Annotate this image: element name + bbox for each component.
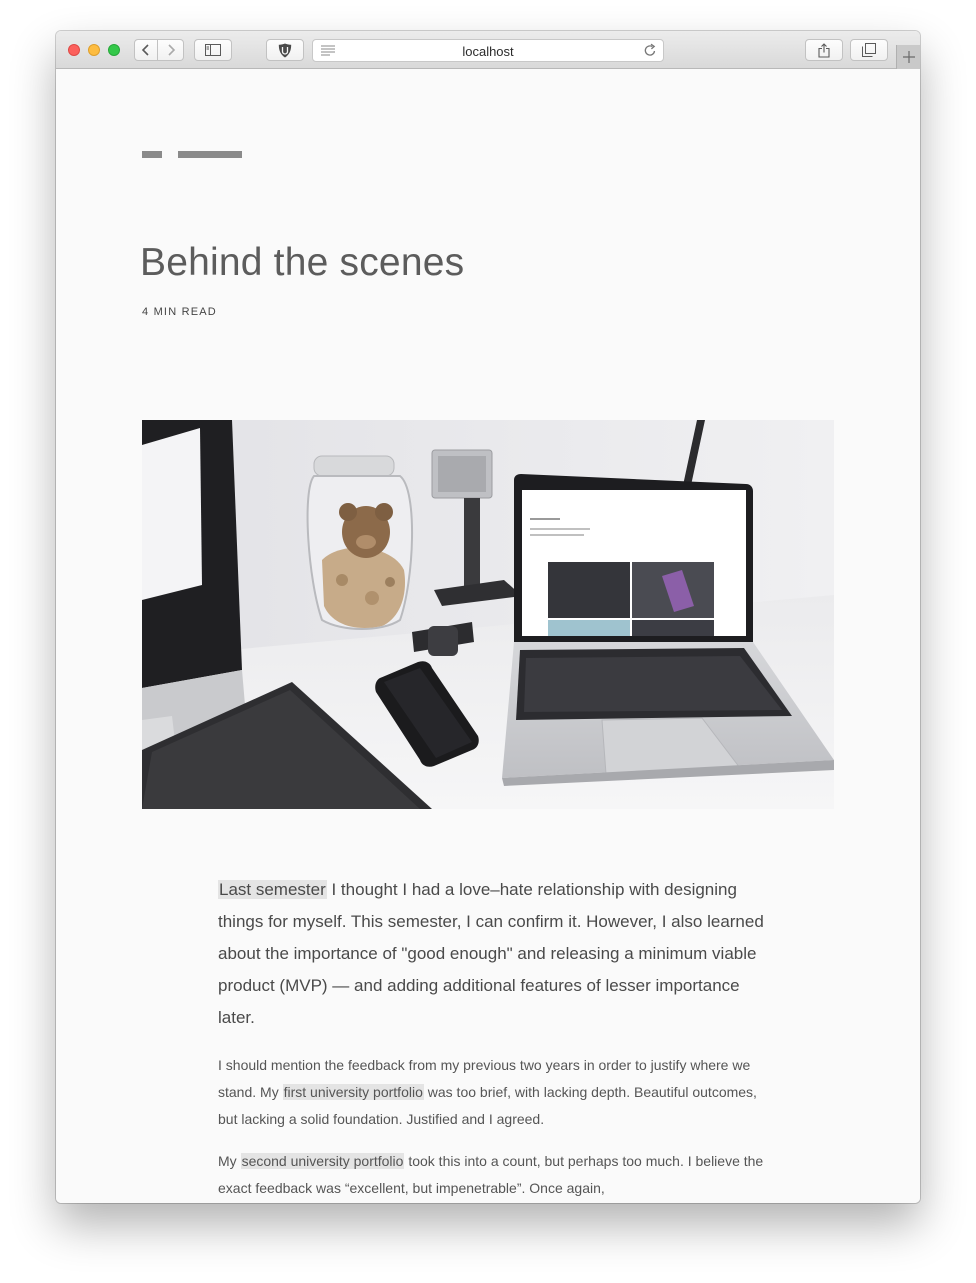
zoom-window-button[interactable] (108, 44, 120, 56)
paragraph-feedback: I should mention the feedback from my pr… (218, 1052, 768, 1133)
logo-bar-long (178, 151, 242, 158)
paragraph-second-portfolio: My second university portfolio took this… (218, 1148, 768, 1202)
browser-window: localhost Behind the scenes 4 MIN READ L… (56, 31, 920, 1203)
page-content: Behind the scenes 4 MIN READ Last semest… (56, 69, 920, 1203)
sidebar-icon (205, 44, 221, 56)
browser-toolbar: localhost (56, 31, 920, 69)
chevron-right-icon (167, 44, 175, 56)
link-first-university-portfolio[interactable]: first university portfolio (282, 1084, 424, 1100)
article-body: Last semester I thought I had a love–hat… (218, 874, 768, 1202)
new-tab-button[interactable] (896, 45, 920, 69)
plus-icon (902, 51, 915, 63)
extension-button[interactable] (266, 39, 304, 61)
logo-bar-short (142, 151, 162, 158)
chevron-left-icon (141, 44, 149, 56)
shield-icon (278, 43, 292, 57)
minimize-window-button[interactable] (88, 44, 100, 56)
back-button[interactable] (134, 39, 158, 61)
share-button[interactable] (805, 39, 843, 61)
lead-paragraph: Last semester I thought I had a love–hat… (218, 874, 768, 1034)
sidebar-button[interactable] (194, 39, 232, 61)
workspace-photo (142, 420, 834, 809)
tabs-overview-button[interactable] (850, 39, 888, 61)
forward-button[interactable] (158, 39, 184, 61)
address-bar[interactable]: localhost (312, 39, 664, 62)
url-text[interactable]: localhost (313, 44, 663, 59)
post-title: Behind the scenes (140, 241, 465, 284)
hero-image (142, 420, 834, 809)
p3-text-before: My (218, 1153, 241, 1169)
link-last-semester[interactable]: Last semester (218, 880, 327, 899)
close-window-button[interactable] (68, 44, 80, 56)
link-second-university-portfolio[interactable]: second university portfolio (240, 1153, 405, 1169)
read-time: 4 MIN READ (142, 306, 217, 318)
reload-icon[interactable] (643, 43, 657, 58)
tabs-icon (862, 43, 876, 57)
lead-text: I thought I had a love–hate relationship… (218, 880, 764, 1027)
share-icon (818, 42, 830, 58)
